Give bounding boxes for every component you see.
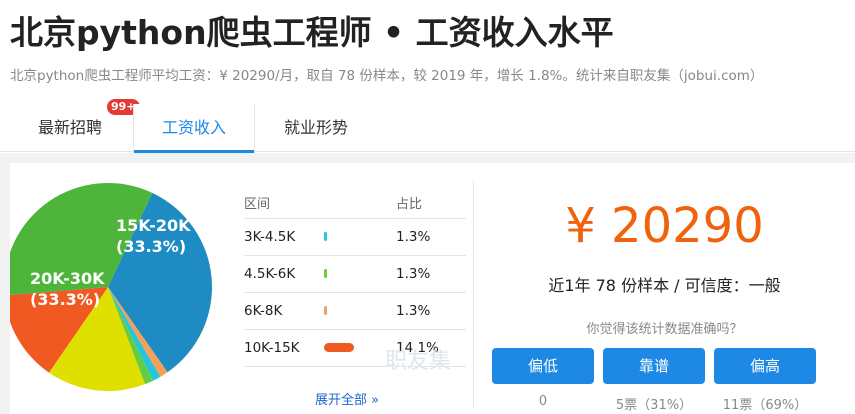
ratio-value: 1.3% xyxy=(396,266,431,282)
pie-slice-percent: (33.3%) xyxy=(30,290,100,309)
ratio-value: 1.3% xyxy=(396,229,431,245)
ratio-bar xyxy=(324,343,354,352)
vote-low-button[interactable]: 偏低 xyxy=(492,348,594,384)
pie-slice-label: 20K-30K xyxy=(30,269,105,288)
tab-salary[interactable]: 工资收入 xyxy=(133,104,255,153)
ratio-bar xyxy=(324,232,327,241)
tab-label: 工资收入 xyxy=(161,118,226,137)
ratio-bar xyxy=(324,269,327,278)
page-subtitle: 北京python爬虫工程师平均工资：¥ 20290/月，取自 78 份样本，较 … xyxy=(10,68,764,84)
vote-high-count: 11票（69%） xyxy=(722,398,808,413)
tab-label: 就业形势 xyxy=(283,118,348,137)
tab-employment[interactable]: 就业形势 xyxy=(256,104,376,152)
vote-low-count: 0 xyxy=(538,394,548,409)
average-salary: ¥ 20290 xyxy=(565,198,764,254)
pie-slice-label: 15K-20K xyxy=(116,216,191,235)
salary-pie-chart: 15K-20K (33.3%) 20K-30K (33.3%) xyxy=(10,183,212,391)
header-range: 区间 xyxy=(244,197,271,212)
range-label: 6K-8K xyxy=(244,303,283,319)
vote-accurate-button[interactable]: 靠谱 xyxy=(603,348,705,384)
table-row: 3K-4.5K 1.3% xyxy=(244,219,466,256)
expand-all-link[interactable]: 展开全部 » xyxy=(315,389,379,408)
content-area: 15K-20K (33.3%) 20K-30K (33.3%) 区间 占比 3K-4.… xyxy=(0,153,855,414)
ratio-bar xyxy=(324,306,327,315)
pie-slice-percent: (33.3%) xyxy=(116,237,186,256)
range-label: 10K-15K xyxy=(244,340,300,356)
accuracy-question: 你觉得该统计数据准确吗？ xyxy=(586,322,743,337)
tab-latest-jobs[interactable]: 最新招聘 99+ xyxy=(10,98,141,152)
salary-panel: 15K-20K (33.3%) 20K-30K (33.3%) 区间 占比 3K-4.… xyxy=(10,163,855,414)
watermark: 职友集 xyxy=(385,349,452,374)
table-row: 4.5K-6K 1.3% xyxy=(244,256,466,293)
sample-info: 近1年 78 份样本 / 可信度：一般 xyxy=(548,276,781,295)
tab-bar: 最新招聘 99+ 工资收入 就业形势 xyxy=(0,98,855,153)
header-ratio: 占比 xyxy=(396,197,423,212)
range-label: 4.5K-6K xyxy=(244,266,296,282)
vote-accurate-count: 5票（31%） xyxy=(615,398,693,413)
range-label: 3K-4.5K xyxy=(244,229,296,245)
page-title: 北京python爬虫工程师 • 工资收入水平 xyxy=(10,13,614,52)
vote-high-button[interactable]: 偏高 xyxy=(714,348,816,384)
salary-range-table: 区间 占比 3K-4.5K 1.3% 4.5K-6K 1.3% 6K-8K 1.3% 10K… xyxy=(244,185,466,367)
table-header: 区间 占比 xyxy=(244,185,466,219)
table-row: 6K-8K 1.3% xyxy=(244,293,466,330)
tab-label: 最新招聘 xyxy=(37,118,102,137)
ratio-value: 1.3% xyxy=(396,303,431,319)
